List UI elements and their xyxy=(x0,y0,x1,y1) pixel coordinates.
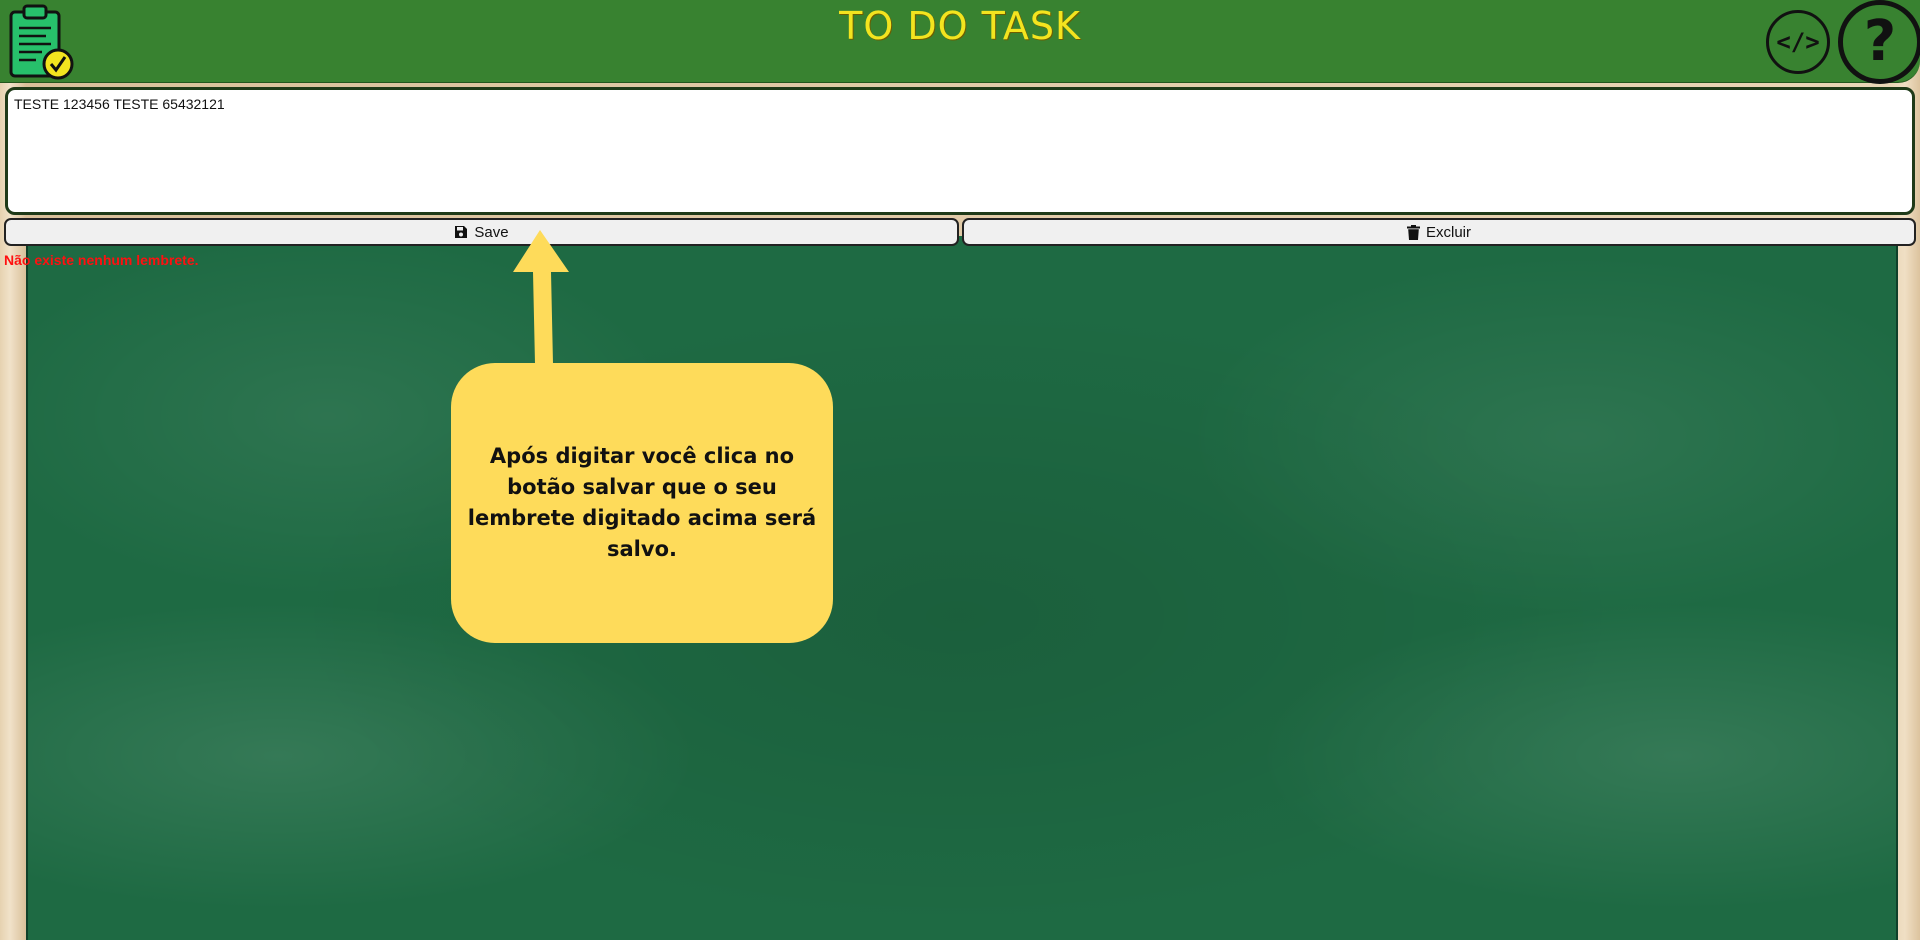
delete-button[interactable]: Excluir xyxy=(962,218,1916,246)
app-title: TO DO TASK xyxy=(839,4,1081,48)
floppy-disk-icon xyxy=(455,226,468,238)
tutorial-tooltip: Após digitar você clica no botão salvar … xyxy=(451,363,833,643)
save-button-label: Save xyxy=(474,223,509,241)
save-button[interactable]: Save xyxy=(4,218,959,246)
tutorial-arrow xyxy=(513,230,569,364)
delete-button-label: Excluir xyxy=(1425,223,1471,241)
trash-icon xyxy=(1406,224,1420,240)
reminder-input[interactable]: TESTE 123456 TESTE 65432121 xyxy=(5,87,1915,215)
app-header: TO DO TASK </> ? xyxy=(0,0,1920,84)
help-button[interactable]: ? xyxy=(1838,0,1920,84)
chalkboard-background xyxy=(26,236,1898,940)
question-mark-icon: ? xyxy=(1863,9,1897,74)
empty-reminders-message: Não existe nenhum lembrete. xyxy=(4,252,199,268)
tutorial-tooltip-text: Após digitar você clica no botão salvar … xyxy=(467,444,817,561)
code-button[interactable]: </> xyxy=(1766,10,1830,74)
code-icon: </> xyxy=(1776,28,1820,56)
